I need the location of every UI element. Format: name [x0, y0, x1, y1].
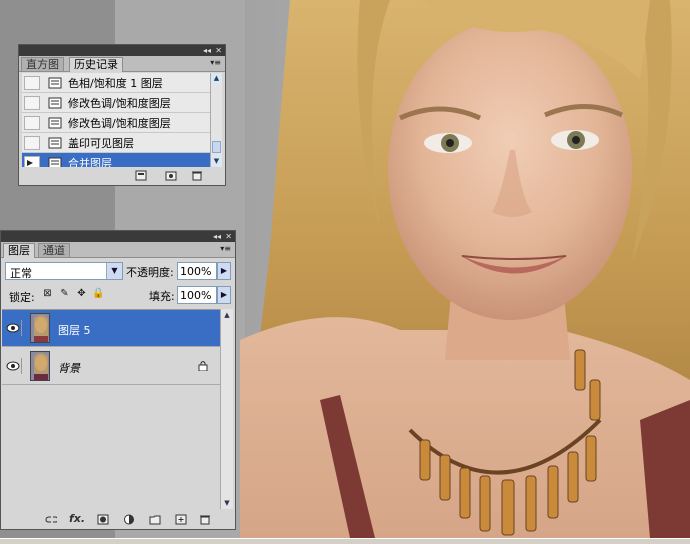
chevron-down-icon[interactable]: ▼	[106, 263, 122, 279]
blend-opacity-row: 正常 ▼ 不透明度: 100% ▶	[1, 259, 235, 283]
close-icon[interactable]: ✕	[225, 231, 232, 242]
panel-menu-icon[interactable]: ▾≡	[210, 58, 221, 67]
collapse-icon[interactable]: ◂◂	[213, 231, 221, 242]
new-document-from-state-icon[interactable]	[135, 170, 147, 181]
opacity-label: 不透明度:	[126, 266, 174, 279]
scroll-up-icon[interactable]: ▲	[221, 309, 233, 321]
layer-list: 图层 5 背景	[2, 309, 220, 510]
layer-name[interactable]: 背景	[58, 360, 80, 376]
scroll-down-icon[interactable]: ▼	[211, 156, 222, 167]
lock-fill-row: 锁定: ⊠ ✎ ✥ 🔒 填充: 100% ▶	[1, 284, 235, 306]
history-state-icon	[48, 97, 62, 109]
history-brush-icon	[27, 159, 33, 166]
scroll-up-icon[interactable]: ▲	[211, 73, 222, 84]
blend-mode-value: 正常	[10, 267, 32, 280]
history-brush-source-checkbox[interactable]	[24, 95, 40, 110]
layer-row-selected[interactable]: 图层 5	[2, 310, 220, 347]
fill-input[interactable]: 100%	[177, 286, 217, 304]
scroll-thumb[interactable]	[212, 141, 221, 153]
opacity-input[interactable]: 100%	[177, 262, 217, 280]
opacity-slider-arrow-icon[interactable]: ▶	[217, 262, 231, 280]
adjustment-layer-icon[interactable]	[123, 514, 135, 525]
new-layer-icon[interactable]	[175, 514, 187, 525]
history-panel: ◂◂ ✕ 直方图 历史记录 ▾≡ 色相/饱和度 1 图层 修改色调/饱和度图层 …	[18, 44, 226, 186]
history-state-icon	[48, 117, 62, 129]
lock-label: 锁定:	[9, 291, 35, 304]
history-item[interactable]: 盖印可见图层	[22, 133, 215, 153]
history-list: 色相/饱和度 1 图层 修改色调/饱和度图层 修改色调/饱和度图层 盖印可见图层…	[22, 73, 215, 167]
lock-image-pixels-icon[interactable]: ✎	[58, 287, 71, 301]
layer-row[interactable]: 背景	[2, 348, 220, 385]
history-item-label: 盖印可见图层	[68, 136, 134, 150]
history-brush-source-checkbox[interactable]	[24, 75, 40, 90]
fx-icon[interactable]: fx.	[69, 512, 87, 525]
history-state-icon	[48, 137, 62, 149]
history-item-label: 修改色调/饱和度图层	[68, 116, 171, 130]
tab-history[interactable]: 历史记录	[69, 57, 123, 72]
layer-thumbnail	[30, 313, 50, 343]
layers-footer: fx.	[1, 511, 235, 529]
history-item-label: 修改色调/饱和度图层	[68, 96, 171, 110]
lock-options: ⊠ ✎ ✥ 🔒	[41, 287, 105, 301]
history-item[interactable]: 修改色调/饱和度图层	[22, 93, 215, 113]
lock-position-icon[interactable]: ✥	[75, 287, 88, 301]
tab-histogram[interactable]: 直方图	[21, 57, 64, 71]
history-footer	[19, 167, 225, 185]
lock-icon	[198, 361, 208, 371]
history-item[interactable]: 修改色调/饱和度图层	[22, 113, 215, 133]
link-layers-icon[interactable]	[45, 514, 57, 525]
history-scrollbar[interactable]: ▲ ▼	[210, 73, 222, 167]
new-group-icon[interactable]	[149, 514, 161, 525]
trash-icon[interactable]	[199, 514, 211, 525]
layers-titlebar[interactable]: ◂◂ ✕	[1, 231, 235, 242]
history-item-selected[interactable]: 合并图层	[22, 153, 215, 167]
lock-transparent-pixels-icon[interactable]: ⊠	[41, 287, 54, 301]
tab-channels[interactable]: 通道	[38, 243, 70, 257]
panel-menu-icon[interactable]: ▾≡	[220, 244, 231, 253]
trash-icon[interactable]	[191, 170, 203, 181]
history-brush-source-checkbox[interactable]	[24, 115, 40, 130]
history-titlebar[interactable]: ◂◂ ✕	[19, 45, 225, 56]
layers-scrollbar[interactable]: ▲ ▼	[220, 309, 233, 509]
history-item[interactable]: 色相/饱和度 1 图层	[22, 73, 215, 93]
add-mask-icon[interactable]	[97, 514, 109, 525]
history-brush-source-checkbox[interactable]	[24, 135, 40, 150]
lock-all-icon[interactable]: 🔒	[92, 287, 105, 301]
blend-mode-select[interactable]: 正常 ▼	[5, 262, 123, 280]
layers-tab-row: 图层 通道 ▾≡	[1, 242, 235, 258]
visibility-eye-icon[interactable]	[5, 320, 22, 336]
tab-layers[interactable]: 图层	[3, 243, 35, 258]
history-brush-source-checkbox[interactable]	[24, 155, 40, 167]
layer-name[interactable]: 图层 5	[58, 322, 91, 338]
status-bar	[0, 538, 690, 544]
history-item-label: 合并图层	[68, 156, 112, 168]
close-icon[interactable]: ✕	[215, 45, 222, 56]
collapse-icon[interactable]: ◂◂	[203, 45, 211, 56]
new-snapshot-icon[interactable]	[165, 170, 177, 181]
layers-panel: ◂◂ ✕ 图层 通道 ▾≡ 正常 ▼ 不透明度: 100% ▶ 锁定: ⊠ ✎ …	[0, 230, 236, 530]
fill-slider-arrow-icon[interactable]: ▶	[217, 286, 231, 304]
history-state-icon	[48, 77, 62, 89]
history-tab-row: 直方图 历史记录 ▾≡	[19, 56, 225, 72]
visibility-eye-icon[interactable]	[5, 358, 22, 374]
history-item-label: 色相/饱和度 1 图层	[68, 76, 163, 90]
history-state-icon	[48, 157, 62, 167]
scroll-down-icon[interactable]: ▼	[221, 497, 233, 509]
layer-thumbnail	[30, 351, 50, 381]
fill-label: 填充:	[149, 290, 175, 303]
